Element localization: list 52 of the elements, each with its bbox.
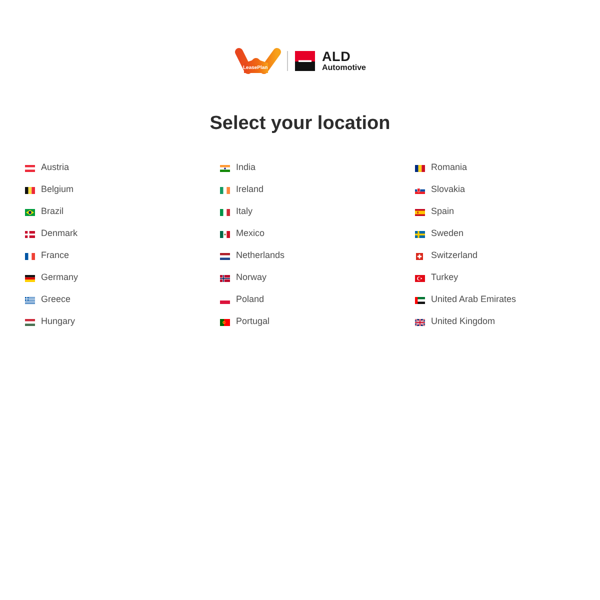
country-link[interactable]: France [25,245,70,267]
flag-icon [220,274,230,282]
country-link[interactable]: Mexico [220,223,265,245]
brand-name: ALD [322,50,352,64]
country-link[interactable]: Italy [220,201,253,223]
country-link[interactable]: Austria [25,157,70,179]
country-link[interactable]: Spain [415,201,454,223]
country-link[interactable]: Romania [415,157,468,179]
country-link[interactable]: Greece [25,289,71,311]
country-link[interactable]: Hungary [25,311,76,333]
country-link[interactable]: Belgium [25,179,74,201]
flag-icon [220,164,230,172]
flag-icon [220,252,230,260]
w-logo-icon [234,47,282,75]
page-title: Select your location [208,112,392,136]
flag-icon [25,274,35,282]
flag-icon [415,230,425,238]
country-link[interactable]: Ireland [220,179,264,201]
flag-icon [25,252,35,260]
country-link[interactable]: India [220,157,256,179]
country-link[interactable]: Norway [220,267,267,289]
flag-icon [25,208,35,216]
flag-icon [25,230,35,238]
flag-icon [415,318,425,326]
flag-icon [415,164,425,172]
brand-subtitle: Automotive [322,64,366,72]
flag-icon [220,230,230,238]
country-link[interactable]: Sweden [415,223,464,245]
flag-icon [220,208,230,216]
country-link[interactable]: Denmark [25,223,78,245]
country-link[interactable]: Portugal [220,311,270,333]
flag-icon [220,186,230,194]
flag-icon [416,252,423,260]
square-logo-icon [295,51,315,71]
flag-icon [25,296,35,304]
flag-icon [415,186,425,194]
flag-icon [415,208,425,216]
country-link[interactable]: Slovakia [415,179,466,201]
country-link[interactable]: Poland [220,289,264,311]
flag-icon [25,318,35,326]
country-link[interactable]: United Arab Emirates [415,289,516,311]
country-link[interactable]: Turkey [415,267,458,289]
flag-icon [415,274,425,282]
flag-icon [220,318,230,326]
flag-icon [25,164,35,172]
country-link[interactable]: Brazil [25,201,64,223]
country-link[interactable]: Netherlands [220,245,285,267]
country-link[interactable]: Germany [25,267,78,289]
flag-icon [415,296,425,304]
country-link[interactable]: Switzerland [415,245,478,267]
country-link[interactable]: United Kingdom [415,311,496,333]
flag-icon [25,186,35,194]
